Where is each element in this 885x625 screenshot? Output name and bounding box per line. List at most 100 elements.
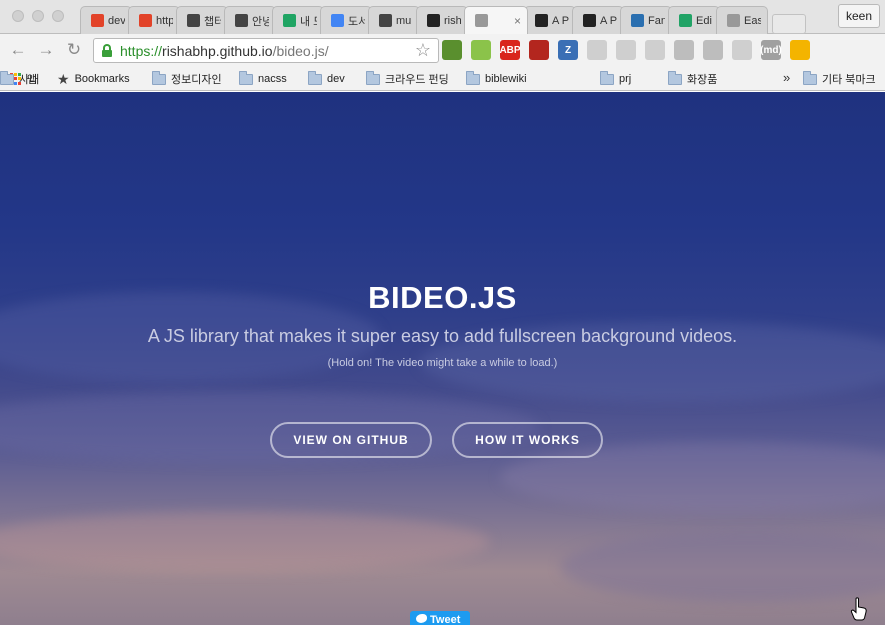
gitlab-icon [139, 14, 152, 27]
blank-page-icon [475, 14, 488, 27]
back-arrow-icon[interactable]: ← [8, 40, 28, 60]
react-devtools-icon[interactable] [587, 40, 607, 60]
bookmarks-star-item[interactable]: ★ Bookmarks [57, 71, 130, 87]
bookmark-label: biblewiki [485, 73, 527, 85]
bookmark-folder[interactable]: prj [600, 70, 631, 87]
close-window-button[interactable] [12, 10, 24, 22]
gitlab-icon [91, 14, 104, 27]
hero-loading-note: (Hold on! The video might take a while t… [327, 357, 558, 369]
zoom-window-button[interactable] [52, 10, 64, 22]
hero-title: BIDEO.JS [368, 280, 517, 315]
tab-title: dev [108, 14, 125, 27]
folder-icon [152, 70, 166, 85]
tab[interactable]: 내 드 [272, 6, 324, 34]
view-on-github-button[interactable]: VIEW ON GITHUB [270, 422, 432, 458]
angular-icon[interactable] [616, 40, 636, 60]
tab[interactable]: dev [80, 6, 132, 34]
tab-title: 안녕 [252, 15, 269, 28]
bookmark-folder[interactable]: dev [308, 70, 345, 87]
tab[interactable]: rish [416, 6, 468, 34]
tab-title: 도서 [348, 15, 365, 28]
google-drive-icon[interactable] [703, 40, 723, 60]
bookmark-folder[interactable]: biblewiki [466, 70, 527, 87]
tab-title: A P [552, 14, 569, 27]
minimize-window-button[interactable] [32, 10, 44, 22]
new-tab-button[interactable] [772, 14, 806, 34]
other-bookmarks-folder[interactable]: 기타 북마크 [803, 70, 876, 87]
folder-icon [668, 70, 682, 85]
bookmark-label: 크라우드 펀딩 [385, 74, 449, 86]
tab-title: http [156, 14, 173, 27]
close-tab-icon[interactable]: × [514, 14, 521, 28]
tab[interactable]: 안녕 [224, 6, 276, 34]
tab[interactable]: A P [572, 6, 624, 34]
book-icon [379, 14, 392, 27]
bookmark-star-icon[interactable]: ☆ [415, 40, 431, 61]
folder-icon [0, 70, 14, 85]
tweet-button[interactable]: Tweet [410, 611, 470, 625]
forward-arrow-icon[interactable]: → [36, 40, 56, 60]
profile-button[interactable]: keen [837, 4, 880, 28]
bookmark-folder[interactable]: 정보디자인 [152, 70, 222, 87]
md-icon[interactable]: (md) [760, 40, 782, 60]
bookmark-label: 정보디자인 [171, 74, 222, 86]
pocket-icon[interactable] [529, 40, 549, 60]
page-content: BIDEO.JS A JS library that makes it supe… [0, 92, 885, 625]
tab-title: mu [396, 14, 412, 27]
bookmark-folder[interactable]: nacss [239, 70, 287, 87]
bookmarks-overflow-button[interactable]: » [783, 70, 790, 85]
tab[interactable]: Eas [716, 6, 768, 34]
generic-extension-icon[interactable] [645, 40, 665, 60]
google-drive-icon [283, 14, 296, 27]
tab[interactable]: Edi [668, 6, 720, 34]
tab-active[interactable]: × [464, 6, 528, 34]
sad-face-icon [235, 14, 248, 27]
folder-icon [366, 70, 380, 85]
bookmark-folder[interactable]: 사내 [0, 70, 40, 87]
camera-icon[interactable] [674, 40, 694, 60]
url-host: rishabhp.github.io [162, 43, 273, 59]
tab[interactable]: 도서 [320, 6, 372, 34]
extensions-area: ABP Z (md) [442, 40, 810, 60]
tab[interactable]: 챕터 [176, 6, 228, 34]
tab-title: A P [600, 14, 617, 27]
hero-subtitle: A JS library that makes it super easy to… [147, 326, 738, 346]
how-it-works-button[interactable]: HOW IT WORKS [452, 422, 603, 458]
url-text[interactable]: https://rishabhp.github.io/bideo.js/ [120, 43, 329, 59]
tree-icon[interactable] [732, 40, 752, 60]
tab[interactable]: Fan [620, 6, 672, 34]
blank-page-icon [727, 14, 740, 27]
android-icon[interactable] [471, 40, 491, 60]
tab[interactable]: mu [368, 6, 420, 34]
tab[interactable]: http [128, 6, 180, 34]
folder-icon [308, 70, 322, 85]
toolbar: ← → ↻ https://rishabhp.github.io/bideo.j… [0, 34, 885, 67]
adblock-plus-icon[interactable]: ABP [499, 40, 521, 60]
zotero-icon[interactable]: Z [558, 40, 578, 60]
github-icon [427, 14, 440, 27]
tab-title: Edi [696, 14, 712, 27]
edit-icon [679, 14, 692, 27]
color-wheel-icon[interactable] [790, 40, 810, 60]
address-bar[interactable]: https://rishabhp.github.io/bideo.js/ ☆ [93, 38, 439, 63]
bookmark-folder[interactable]: 화장품 [668, 70, 718, 87]
lock-icon[interactable] [102, 44, 112, 57]
bookmark-folder[interactable]: 크라우드 펀딩 [366, 70, 449, 87]
codepen-icon [583, 14, 596, 27]
fan-icon [631, 14, 644, 27]
bookmark-label: nacss [258, 73, 287, 85]
tampermonkey-icon[interactable] [442, 40, 462, 60]
codepen-icon [535, 14, 548, 27]
tab[interactable]: A P [524, 6, 576, 34]
folder-icon [600, 70, 614, 85]
tab-list: dev http 챕터 안녕 내 드 도서 mu rish × A P A P Fan Edi Eas [80, 6, 806, 34]
bookmark-label: 사내 [19, 74, 40, 86]
google-docs-icon [331, 14, 344, 27]
bookmark-label: 화장품 [687, 74, 718, 86]
book-icon [187, 14, 200, 27]
bookmark-label: dev [327, 73, 345, 85]
url-path: /bideo.js/ [272, 43, 329, 59]
tab-title: Fan [648, 14, 665, 27]
reload-icon[interactable]: ↻ [64, 40, 84, 60]
tab-title: 내 드 [300, 15, 317, 28]
